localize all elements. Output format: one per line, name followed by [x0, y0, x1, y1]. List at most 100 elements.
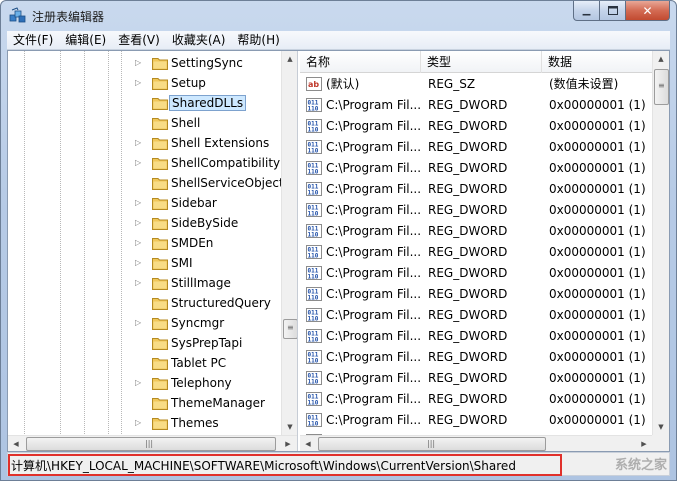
maximize-button[interactable]	[600, 1, 626, 21]
tree-item-label: ShellServiceObjectD	[171, 176, 293, 190]
value-type-cell: REG_DWORD	[428, 371, 508, 385]
tree-item-label: Telephony	[171, 376, 232, 390]
tree-item[interactable]: ShellServiceObjectD	[8, 173, 293, 193]
menu-favorites[interactable]: 收藏夹(A)	[166, 31, 232, 50]
list-vertical-scroll-thumb[interactable]: ≡	[654, 69, 669, 105]
scroll-left-arrow-icon[interactable]: ◀	[300, 436, 316, 451]
tree-item[interactable]: ▷ Sidebar	[8, 193, 282, 213]
scroll-down-arrow-icon[interactable]: ▼	[653, 419, 669, 435]
menu-edit[interactable]: 编辑(E)	[59, 31, 112, 50]
value-row[interactable]: 011110 C:\Program Fil... REG_DWORD 0x000000…	[300, 242, 652, 263]
path-highlight-box	[8, 454, 562, 476]
menu-file[interactable]: 文件(F)	[7, 31, 59, 50]
value-data-cell: 0x00000001 (1)	[549, 182, 646, 196]
value-row[interactable]: 011110 C:\Program Fil... REG_DWORD 0x000000…	[300, 137, 652, 158]
expand-arrow-icon[interactable]: ▷	[135, 199, 143, 207]
tree-item-label: Syncmgr	[171, 316, 225, 330]
tree-item[interactable]: ▷ SMI	[8, 253, 282, 273]
tree-item[interactable]: Tablet PC	[8, 353, 282, 373]
value-type-cell: REG_DWORD	[428, 266, 508, 280]
tree-item[interactable]: ▷ ShellCompatibility	[8, 153, 282, 173]
column-header-type[interactable]: 类型	[421, 51, 542, 73]
grip-icon: ≡	[658, 81, 665, 90]
tree-vertical-scroll-thumb[interactable]: ≡	[283, 319, 297, 339]
menu-help[interactable]: 帮助(H)	[231, 31, 285, 50]
tree-item[interactable]: ▷ SideBySide	[8, 213, 282, 233]
column-header-name[interactable]: 名称	[300, 51, 421, 73]
expand-arrow-icon[interactable]: ▷	[135, 219, 143, 227]
scroll-up-arrow-icon[interactable]: ▲	[282, 51, 297, 67]
scroll-up-arrow-icon[interactable]: ▲	[653, 51, 669, 67]
folder-icon	[152, 216, 168, 230]
value-type-cell: REG_DWORD	[428, 245, 508, 259]
tree-item[interactable]: ▷ SettingSync	[8, 53, 282, 73]
tree-horizontal-scrollbar[interactable]: ◀ ||| ▶	[8, 435, 297, 451]
value-row[interactable]: ab (默认) REG_SZ (数值未设置)	[300, 74, 652, 95]
title-bar[interactable]: 注册表编辑器 ▁ ✕	[1, 1, 676, 31]
list-horizontal-scroll-thumb[interactable]: |||	[318, 437, 546, 451]
scroll-right-arrow-icon[interactable]: ▶	[636, 436, 652, 451]
tree-item[interactable]: ▷ Themes	[8, 413, 282, 433]
value-row[interactable]: 011110 C:\Program Fil... REG_DWORD 0x000000…	[300, 179, 652, 200]
expand-arrow-icon[interactable]: ▷	[135, 379, 143, 387]
tree-item-label: SysPrepTapi	[171, 336, 243, 350]
menu-view[interactable]: 查看(V)	[112, 31, 166, 50]
value-row[interactable]: 011110 C:\Program Fil... REG_DWORD 0x000000…	[300, 305, 652, 326]
tree-item[interactable]: Shell	[8, 113, 282, 133]
scroll-down-arrow-icon[interactable]: ▼	[282, 419, 297, 435]
tree-item[interactable]: ▷ Shell Extensions	[8, 133, 282, 153]
close-button[interactable]: ✕	[626, 1, 670, 21]
value-name-cell: C:\Program Fil...	[326, 161, 422, 175]
expand-arrow-icon[interactable]: ▷	[135, 319, 143, 327]
tree-item[interactable]: SharedDLLs	[8, 93, 282, 113]
value-row[interactable]: 011110 C:\Program Fil... REG_DWORD 0x000000…	[300, 221, 652, 242]
expand-arrow-icon[interactable]: ▷	[135, 59, 143, 67]
expand-arrow-icon[interactable]: ▷	[135, 279, 143, 287]
tree-horizontal-scroll-thumb[interactable]: |||	[26, 437, 276, 451]
value-row[interactable]: 011110 C:\Program Fil... REG_DWORD 0x000000…	[300, 347, 652, 368]
binary-value-icon: 011110	[306, 119, 322, 134]
value-row[interactable]: 011110 C:\Program Fil... REG_DWORD 0x000000…	[300, 389, 652, 410]
tree-item[interactable]: ▷ Syncmgr	[8, 313, 282, 333]
scroll-right-arrow-icon[interactable]: ▶	[280, 436, 296, 451]
tree-item[interactable]: ▷ Telephony	[8, 373, 282, 393]
expand-arrow-icon[interactable]: ▷	[135, 239, 143, 247]
value-row[interactable]: 011110 C:\Program Fil... REG_DWORD 0x000000…	[300, 200, 652, 221]
tree-item[interactable]: ▷ Setup	[8, 73, 282, 93]
grip-icon: |||	[427, 439, 436, 448]
tree-item[interactable]: SysPrepTapi	[8, 333, 282, 353]
tree-item-label: StillImage	[171, 276, 231, 290]
list-horizontal-scrollbar[interactable]: ◀ ||| ▶	[300, 435, 652, 451]
binary-value-icon: 011110	[306, 371, 322, 386]
folder-icon	[152, 416, 168, 430]
tree-item[interactable]: StructuredQuery	[8, 293, 282, 313]
expand-arrow-icon[interactable]: ▷	[135, 419, 143, 427]
list-vertical-scrollbar[interactable]: ▲ ≡ ▼	[652, 51, 669, 435]
value-type-cell: REG_DWORD	[428, 161, 508, 175]
expand-arrow-icon[interactable]: ▷	[135, 139, 143, 147]
window-title: 注册表编辑器	[32, 10, 105, 24]
column-header-data[interactable]: 数据	[542, 51, 652, 73]
value-row[interactable]: 011110 C:\Program Fil... REG_DWORD 0x000000…	[300, 326, 652, 347]
value-row[interactable]: 011110 C:\Program Fil... REG_DWORD 0x000000…	[300, 95, 652, 116]
tree-item[interactable]: ▷ StillImage	[8, 273, 282, 293]
tree-item[interactable]: ThemeManager	[8, 393, 282, 413]
scroll-left-arrow-icon[interactable]: ◀	[8, 436, 24, 451]
expand-arrow-icon[interactable]: ▷	[135, 79, 143, 87]
value-row[interactable]: 011110 C:\Program Fil... REG_DWORD 0x000000…	[300, 158, 652, 179]
value-type-cell: REG_DWORD	[428, 224, 508, 238]
binary-value-icon: 011110	[306, 140, 322, 155]
expand-arrow-icon[interactable]: ▷	[135, 259, 143, 267]
value-row[interactable]: 011110 C:\Program Fil... REG_DWORD 0x000000…	[300, 263, 652, 284]
value-row[interactable]: 011110 C:\Program Fil... REG_DWORD 0x000000…	[300, 284, 652, 305]
minimize-button[interactable]: ▁	[573, 1, 600, 21]
folder-icon	[152, 156, 168, 170]
value-row[interactable]: 011110 C:\Program Fil... REG_DWORD 0x000000…	[300, 368, 652, 389]
value-row[interactable]: 011110 C:\Program Fil... REG_DWORD 0x000000…	[300, 116, 652, 137]
tree-vertical-scrollbar[interactable]: ▲ ≡ ▼	[281, 51, 297, 435]
folder-icon	[152, 296, 168, 310]
tree-item[interactable]: ▷ SMDEn	[8, 233, 282, 253]
expand-arrow-icon[interactable]: ▷	[135, 159, 143, 167]
value-row[interactable]: 011110 C:\Program Fil... REG_DWORD 0x000000…	[300, 410, 652, 431]
folder-icon	[152, 196, 168, 210]
